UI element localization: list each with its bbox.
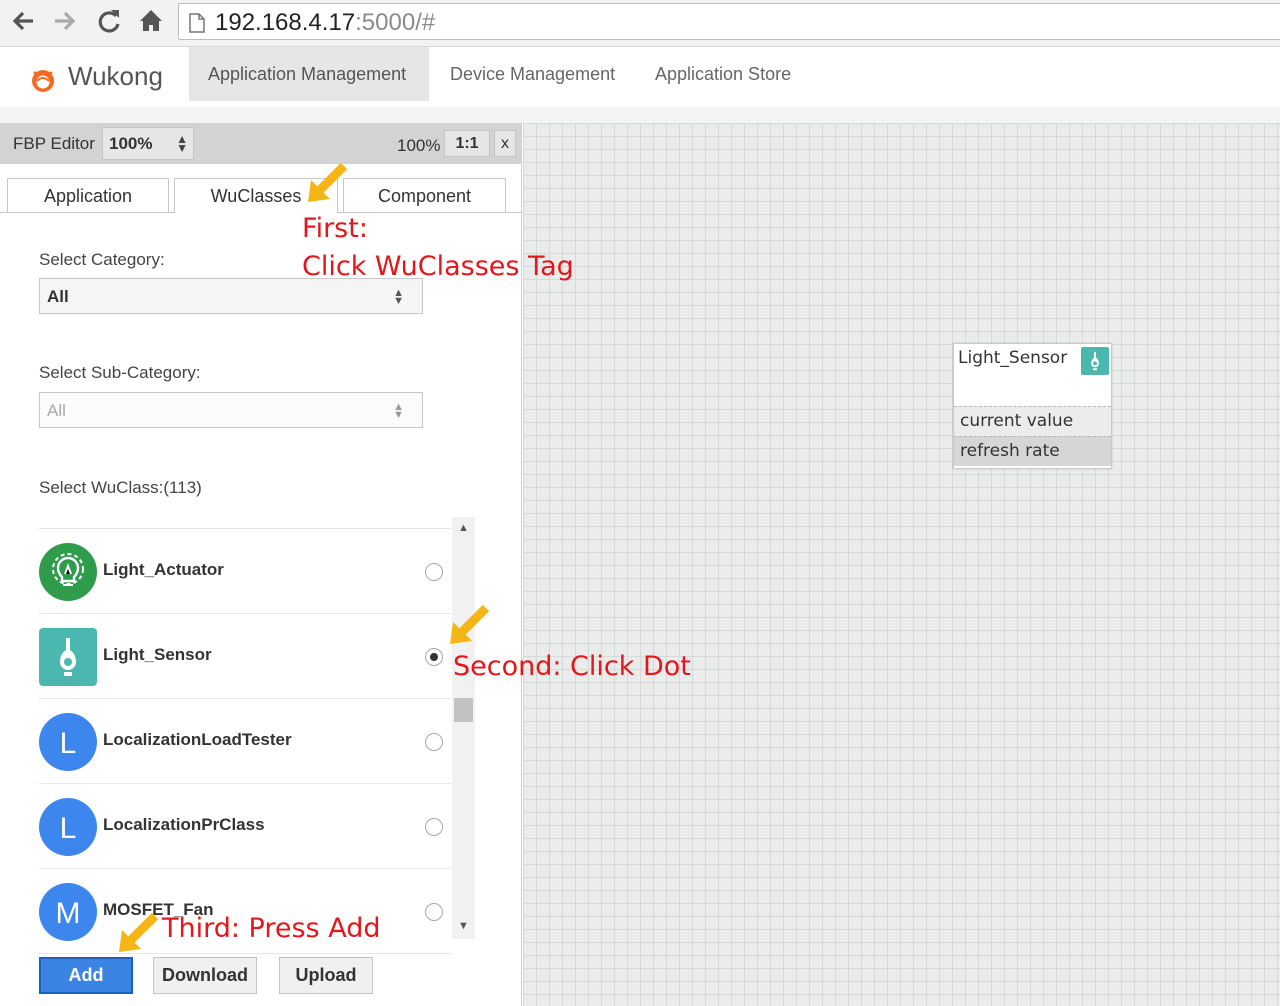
brand-name: Wukong xyxy=(68,61,163,91)
editor-label: FBP Editor xyxy=(13,134,95,153)
annotation-arrow-icon xyxy=(450,604,490,644)
nav-application-store[interactable]: Application Store xyxy=(636,47,810,101)
subcategory-label: Select Sub-Category: xyxy=(39,363,201,382)
wuclass-name: LocalizationPrClass xyxy=(103,815,265,834)
node-property[interactable]: current value xyxy=(954,406,1111,436)
zoom-value: 100% xyxy=(109,134,153,153)
category-value: All xyxy=(47,287,69,306)
reload-icon[interactable] xyxy=(94,6,124,36)
wuclass-name: LocalizationLoadTester xyxy=(103,730,292,749)
list-item[interactable]: L LocalizationPrClass xyxy=(39,784,451,869)
letter-m: M xyxy=(56,897,81,930)
zoom-reset-button[interactable]: 1:1 xyxy=(444,130,490,157)
download-button[interactable]: Download xyxy=(153,957,257,994)
scroll-thumb[interactable] xyxy=(454,698,473,722)
url-text: 192.168.4.17:5000/# xyxy=(215,9,435,37)
scroll-down-icon[interactable]: ▼ xyxy=(458,920,469,932)
page-icon xyxy=(189,13,205,38)
url-path: :5000/# xyxy=(355,9,436,36)
subcategory-value: All xyxy=(47,401,66,420)
wukong-logo-icon xyxy=(28,67,58,98)
app-header: Wukong Application Management Device Man… xyxy=(0,47,1280,107)
annotation-third: Third: Press Add xyxy=(162,913,381,944)
scroll-up-icon[interactable]: ▲ xyxy=(458,522,469,534)
select-arrows-icon: ▲ ▼ xyxy=(176,132,188,155)
canvas-component-node[interactable]: Light_Sensor current value refresh rate xyxy=(953,343,1112,469)
forward-icon[interactable] xyxy=(50,6,80,36)
letter-l-icon: L xyxy=(39,798,97,856)
list-item[interactable]: L LocalizationLoadTester xyxy=(39,699,451,784)
annotation-first-line2: Click WuClasses Tag xyxy=(302,251,574,282)
close-editor-button[interactable]: x xyxy=(494,130,516,157)
select-arrows-icon: ▲ ▼ xyxy=(393,401,404,421)
wuclass-radio[interactable] xyxy=(425,733,443,751)
nav-application-management[interactable]: Application Management xyxy=(189,47,429,101)
wuclass-radio[interactable] xyxy=(425,903,443,921)
subcategory-select[interactable]: All ▲ ▼ xyxy=(39,392,423,428)
nav-device-management[interactable]: Device Management xyxy=(431,47,634,101)
light-sensor-icon xyxy=(1081,347,1109,375)
wuclass-name: Light_Actuator xyxy=(103,560,224,579)
list-item[interactable]: Light_Actuator xyxy=(39,529,451,614)
annotation-arrow-icon xyxy=(119,912,159,952)
editor-toolbar: FBP Editor 100% ▲ ▼ 100% 1:1 x xyxy=(0,123,521,164)
letter-l: L xyxy=(60,727,77,760)
category-label: Select Category: xyxy=(39,250,165,269)
wuclass-radio[interactable] xyxy=(425,818,443,836)
wuclass-radio-selected[interactable] xyxy=(425,648,443,666)
panel-tabs: Application WuClasses Component xyxy=(0,175,521,213)
zoom-readout: 100% xyxy=(397,136,441,155)
url-host: 192.168.4.17 xyxy=(215,9,356,36)
tab-component[interactable]: Component xyxy=(343,178,506,212)
node-title: Light_Sensor xyxy=(958,348,1068,368)
wuclass-list: Light_Actuator Light_Sensor L Localizati… xyxy=(39,528,451,959)
tab-application[interactable]: Application xyxy=(7,178,169,212)
light-sensor-icon xyxy=(39,628,97,686)
zoom-select[interactable]: 100% ▲ ▼ xyxy=(102,127,194,160)
wuclass-name: Light_Sensor xyxy=(103,645,212,664)
annotation-arrow-icon xyxy=(308,162,348,202)
annotation-second: Second: Click Dot xyxy=(453,651,691,682)
list-scrollbar[interactable]: ▲ ▼ xyxy=(452,517,475,939)
browser-toolbar: 192.168.4.17:5000/# xyxy=(0,0,1280,47)
node-property[interactable]: refresh rate xyxy=(954,436,1111,466)
home-icon[interactable] xyxy=(136,6,166,36)
fbp-canvas[interactable]: Light_Sensor current value refresh rate xyxy=(523,123,1280,1006)
letter-l: L xyxy=(60,812,77,845)
letter-m-icon: M xyxy=(39,883,97,941)
wuclass-radio[interactable] xyxy=(425,563,443,581)
letter-l-icon: L xyxy=(39,713,97,771)
light-actuator-icon xyxy=(39,543,97,601)
back-icon[interactable] xyxy=(8,6,38,36)
select-arrows-icon: ▲ ▼ xyxy=(393,287,404,307)
annotation-first-line1: First: xyxy=(302,213,368,244)
category-select[interactable]: All ▲ ▼ xyxy=(39,278,423,314)
wuclass-count-label: Select WuClass:(113) xyxy=(39,478,202,497)
add-button[interactable]: Add xyxy=(39,957,133,994)
address-bar[interactable]: 192.168.4.17:5000/# xyxy=(178,3,1280,40)
upload-button[interactable]: Upload xyxy=(279,957,373,994)
header-divider xyxy=(0,107,1280,123)
list-item[interactable]: Light_Sensor xyxy=(39,614,451,699)
